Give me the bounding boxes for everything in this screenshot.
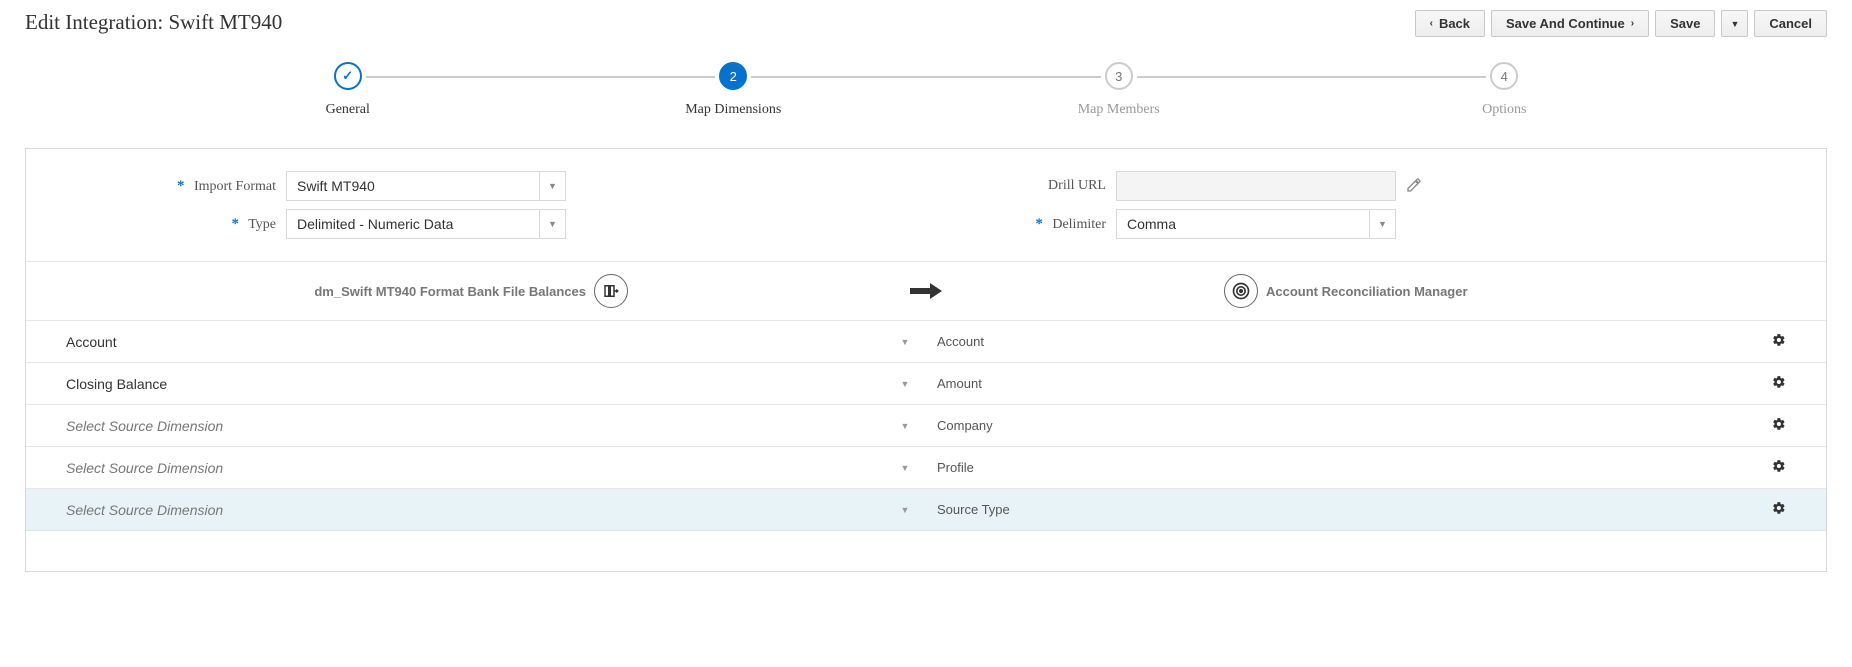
save-button[interactable]: Save xyxy=(1655,10,1715,37)
wizard-step-marker: 4 xyxy=(1490,62,1518,90)
gear-icon[interactable] xyxy=(1756,501,1786,518)
arrow-right-icon xyxy=(896,281,956,301)
import-format-label-text: Import Format xyxy=(194,179,276,194)
pencil-icon[interactable] xyxy=(1406,177,1422,196)
mapping-source: Select Source Dimension xyxy=(66,418,885,434)
mapping-target: Source Type xyxy=(925,502,1756,517)
save-continue-button[interactable]: Save And Continue › xyxy=(1491,10,1649,37)
mapping-target: Company xyxy=(925,418,1756,433)
wizard-step-label: Options xyxy=(1482,102,1526,118)
source-dropdown-caret[interactable]: ▼ xyxy=(885,463,925,473)
caret-down-icon: ▼ xyxy=(539,210,565,238)
mapping-source: Select Source Dimension xyxy=(66,460,885,476)
type-label: * Type xyxy=(66,216,286,233)
caret-down-icon: ▼ xyxy=(1730,19,1739,29)
gear-icon[interactable] xyxy=(1756,417,1786,434)
gear-icon[interactable] xyxy=(1756,375,1786,392)
save-menu-button[interactable]: ▼ xyxy=(1721,10,1748,37)
type-value: Delimited - Numeric Data xyxy=(287,216,539,232)
back-label: Back xyxy=(1439,16,1470,31)
wizard-step-marker: ✓ xyxy=(334,62,362,90)
drill-url-label: Drill URL xyxy=(926,178,1116,194)
import-format-select[interactable]: Swift MT940 ▼ xyxy=(286,171,566,201)
source-icon xyxy=(594,274,628,308)
wizard-step-label: Map Members xyxy=(1078,102,1160,118)
required-icon: * xyxy=(231,216,239,232)
mapping-row[interactable]: Select Source Dimension▼Source Type xyxy=(26,489,1826,531)
chevron-right-icon: › xyxy=(1631,18,1634,29)
source-dropdown-caret[interactable]: ▼ xyxy=(885,379,925,389)
delimiter-label: * Delimiter xyxy=(926,216,1116,233)
mapping-target: Account xyxy=(925,334,1756,349)
panel: * Import Format Swift MT940 ▼ Drill URL … xyxy=(25,148,1827,572)
import-format-label: * Import Format xyxy=(66,178,286,195)
back-button[interactable]: ‹ Back xyxy=(1415,10,1485,37)
wizard-step-marker: 3 xyxy=(1105,62,1133,90)
mapping-row[interactable]: Closing Balance▼Amount xyxy=(26,363,1826,405)
target-name: Account Reconciliation Manager xyxy=(1266,284,1468,299)
page-title: Edit Integration: Swift MT940 xyxy=(25,10,282,35)
source-name: dm_Swift MT940 Format Bank File Balances xyxy=(314,284,586,299)
wizard-step-options[interactable]: 4 Options xyxy=(1312,62,1698,118)
mapping-source: Closing Balance xyxy=(66,376,885,392)
wizard-step-label: General xyxy=(326,102,370,118)
mapping-source: Account xyxy=(66,334,885,350)
chevron-left-icon: ‹ xyxy=(1430,18,1433,29)
save-label: Save xyxy=(1670,16,1700,31)
toolbar: ‹ Back Save And Continue › Save ▼ Cancel xyxy=(1415,10,1827,37)
wizard: ✓ General 2 Map Dimensions 3 Map Members… xyxy=(155,62,1697,118)
mapping-target: Profile xyxy=(925,460,1756,475)
source-dropdown-caret[interactable]: ▼ xyxy=(885,337,925,347)
drill-url-label-text: Drill URL xyxy=(1048,178,1106,193)
delimiter-label-text: Delimiter xyxy=(1052,217,1106,232)
gear-icon[interactable] xyxy=(1756,333,1786,350)
delimiter-select[interactable]: Comma ▼ xyxy=(1116,209,1396,239)
wizard-step-general[interactable]: ✓ General xyxy=(155,62,541,118)
caret-down-icon: ▼ xyxy=(539,172,565,200)
mapping-target: Amount xyxy=(925,376,1756,391)
target-icon xyxy=(1224,274,1258,308)
cancel-label: Cancel xyxy=(1769,16,1812,31)
source-dropdown-caret[interactable]: ▼ xyxy=(885,421,925,431)
wizard-step-label: Map Dimensions xyxy=(685,102,781,118)
required-icon: * xyxy=(177,178,185,194)
gear-icon[interactable] xyxy=(1756,459,1786,476)
wizard-step-marker: 2 xyxy=(719,62,747,90)
wizard-step-map-members[interactable]: 3 Map Members xyxy=(926,62,1312,118)
mapping-row[interactable]: Select Source Dimension▼Company xyxy=(26,405,1826,447)
flow-row: dm_Swift MT940 Format Bank File Balances… xyxy=(26,261,1826,321)
wizard-step-map-dimensions[interactable]: 2 Map Dimensions xyxy=(541,62,927,118)
import-format-value: Swift MT940 xyxy=(287,178,539,194)
cancel-button[interactable]: Cancel xyxy=(1754,10,1827,37)
mapping-row[interactable]: Account▼Account xyxy=(26,321,1826,363)
drill-url-input[interactable] xyxy=(1116,171,1396,201)
type-label-text: Type xyxy=(248,217,276,232)
required-icon: * xyxy=(1035,216,1043,232)
save-continue-label: Save And Continue xyxy=(1506,16,1625,31)
mapping-source: Select Source Dimension xyxy=(66,502,885,518)
mapping-row[interactable]: Select Source Dimension▼Profile xyxy=(26,447,1826,489)
delimiter-value: Comma xyxy=(1117,216,1369,232)
source-dropdown-caret[interactable]: ▼ xyxy=(885,505,925,515)
type-select[interactable]: Delimited - Numeric Data ▼ xyxy=(286,209,566,239)
caret-down-icon: ▼ xyxy=(1369,210,1395,238)
